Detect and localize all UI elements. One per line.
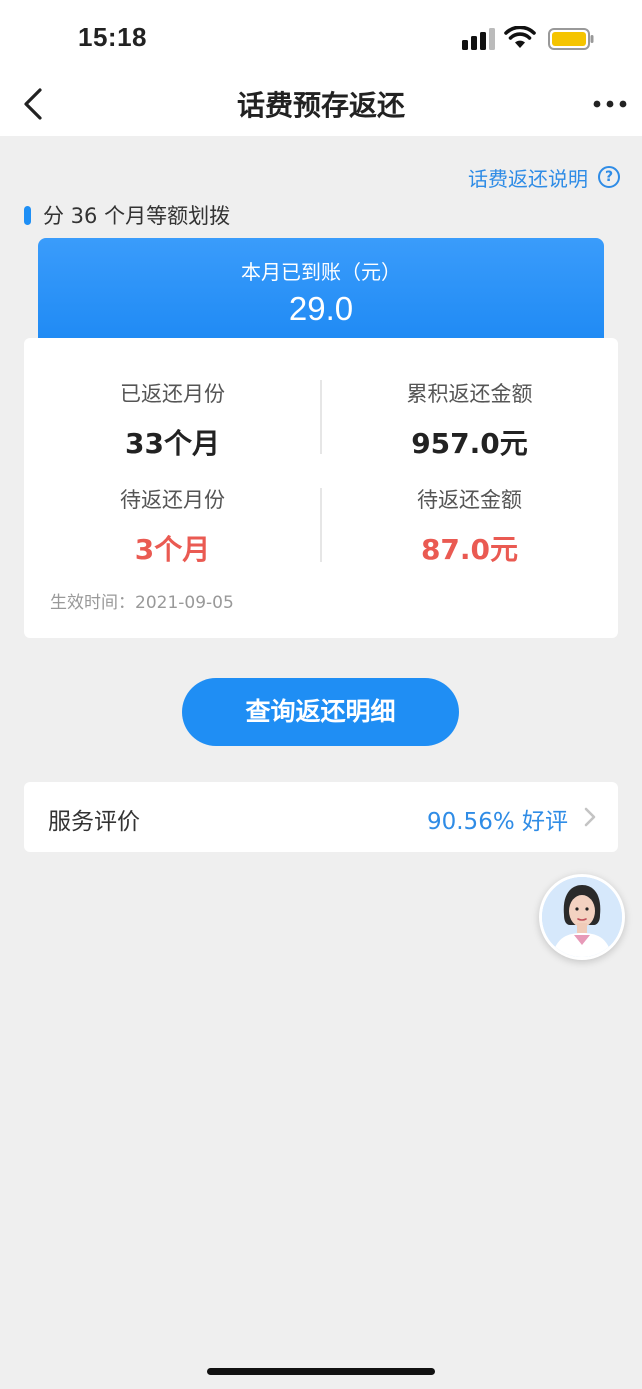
month-received-card: 本月已到账（元） 29.0 [38, 238, 604, 342]
battery-icon [548, 28, 594, 50]
month-received-value: 29.0 [288, 290, 354, 327]
assistant-avatar-icon [542, 877, 622, 957]
month-received-label: 本月已到账（元） [241, 260, 401, 284]
service-evaluation-value: 90.56% 好评 [426, 809, 568, 835]
chevron-right-icon [584, 807, 596, 827]
returned-months-label: 已返还月份 [120, 382, 225, 406]
returned-months-stat: 已返还月份 33个月 [24, 378, 321, 462]
accumulated-amount-label: 累积返还金额 [406, 382, 533, 406]
section-header: 分 36 个月等额划拨 [24, 200, 230, 230]
return-stats-card: 已返还月份 33个月 累积返还金额 957.0元 待返还月份 3个月 待返还金额… [24, 338, 618, 638]
pending-months-value: 3个月 [134, 533, 211, 566]
more-dots-icon[interactable] [592, 92, 628, 116]
home-indicator [207, 1368, 435, 1375]
pending-amount-label: 待返还金额 [417, 488, 522, 512]
query-return-details-button[interactable]: 查询返还明细 [182, 678, 459, 746]
accumulated-amount-value: 957.0元 [411, 427, 528, 460]
nav-bar: 话费预存返还 [0, 72, 642, 136]
wifi-icon [504, 26, 536, 48]
accumulated-amount-stat: 累积返还金额 957.0元 [321, 378, 618, 462]
pending-amount-value: 87.0元 [420, 533, 519, 566]
service-evaluation-row[interactable]: 服务评价 90.56% 好评 [24, 782, 618, 852]
returned-months-value: 33个月 [125, 427, 220, 460]
return-explanation-label: 话费返还说明 [468, 166, 588, 191]
section-title: 分 36 个月等额划拨 [43, 204, 231, 228]
section-marker [24, 205, 31, 225]
help-icon: ? [598, 166, 620, 188]
pending-months-stat: 待返还月份 3个月 [24, 484, 321, 568]
status-time: 15:18 [78, 22, 147, 52]
assistant-avatar[interactable] [539, 874, 625, 960]
page-title: 话费预存返还 [236, 89, 405, 122]
signal-icon [462, 28, 495, 50]
effective-time: 生效时间：2021-09-05 [50, 593, 234, 613]
service-evaluation-label: 服务评价 [48, 809, 140, 835]
pending-months-label: 待返还月份 [120, 488, 225, 512]
pending-amount-stat: 待返还金额 87.0元 [321, 484, 618, 568]
return-explanation-link[interactable]: 话费返还说明 ? [468, 162, 620, 192]
status-bar: 15:18 [0, 0, 642, 72]
